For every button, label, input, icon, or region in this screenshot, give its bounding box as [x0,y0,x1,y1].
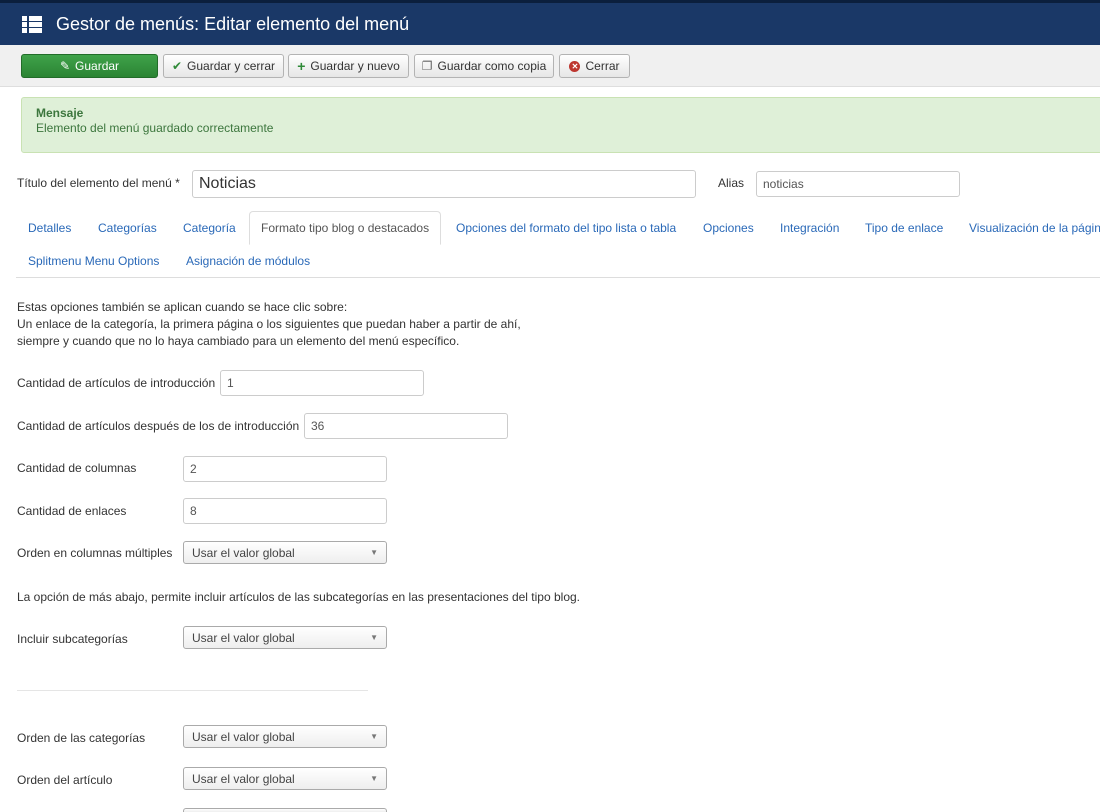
intro-articles-label: Cantidad de artículos de introducción [17,376,216,390]
alias-label: Alias [718,176,745,190]
tab-details[interactable]: Detalles [28,221,71,235]
include-subcats-label: Incluir subcategorías [17,632,128,646]
cancel-icon: ✕ [569,60,581,72]
tab-options[interactable]: Opciones [703,221,754,235]
tab-bar: Detalles Categorías Categoría Formato ti… [16,211,1100,278]
article-order-label: Orden del artículo [17,773,113,787]
chevron-down-icon: ▼ [370,732,378,741]
divider [17,690,368,691]
page-header: Gestor de menús: Editar elemento del men… [0,0,1100,45]
save-copy-button[interactable]: ❐ Guardar como copia [414,54,554,78]
tab-module-assignment[interactable]: Asignación de módulos [186,254,310,268]
tab-integration[interactable]: Integración [780,221,839,235]
tab-list-layout[interactable]: Opciones del formato del tipo lista o ta… [456,221,676,235]
chevron-down-icon: ▼ [370,548,378,557]
alias-input[interactable]: noticias [756,171,960,197]
subcategory-note: La opción de más abajo, permite incluir … [17,590,580,604]
plus-icon: + [297,58,306,74]
tab-blog-layout[interactable]: Formato tipo blog o destacados [249,211,442,245]
intro-text-2: Un enlace de la categoría, la primera pá… [17,317,521,331]
tab-page-display[interactable]: Visualización de la págin [969,221,1100,235]
after-intro-label: Cantidad de artículos después de los de … [17,419,300,433]
tab-splitmenu[interactable]: Splitmenu Menu Options [28,254,159,268]
include-subcats-select[interactable]: Usar el valor global ▼ [183,626,387,649]
links-input[interactable]: 8 [183,498,387,524]
next-select-partial[interactable] [183,808,387,812]
list-icon [22,15,42,33]
intro-text-3: siempre y cuando que no lo haya cambiado… [17,334,460,348]
save-button[interactable]: ✎ Guardar [21,54,158,78]
message-text: Elemento del menú guardado correctamente [36,121,274,135]
title-input[interactable]: Noticias [192,170,696,198]
tab-categories[interactable]: Categorías [98,221,157,235]
toolbar: ✎ Guardar ✔ Guardar y cerrar + Guardar y… [0,45,1100,87]
copy-icon: ❐ [421,59,433,73]
category-order-label: Orden de las categorías [17,731,146,745]
success-message: Mensaje Elemento del menú guardado corre… [21,97,1100,153]
intro-text-1: Estas opciones también se aplican cuando… [17,300,348,314]
page-title: Gestor de menús: Editar elemento del men… [56,13,410,34]
save-new-button[interactable]: + Guardar y nuevo [288,54,409,78]
intro-articles-input[interactable]: 1 [220,370,424,396]
columns-input[interactable]: 2 [183,456,387,482]
article-order-select[interactable]: Usar el valor global ▼ [183,767,387,790]
tab-category[interactable]: Categoría [183,221,236,235]
category-order-select[interactable]: Usar el valor global ▼ [183,725,387,748]
chevron-down-icon: ▼ [370,633,378,642]
tab-link-type[interactable]: Tipo de enlace [865,221,943,235]
message-heading: Mensaje [36,106,84,120]
close-button[interactable]: ✕ Cerrar [559,54,630,78]
edit-icon: ✎ [59,59,71,73]
check-icon: ✔ [171,59,183,73]
chevron-down-icon: ▼ [370,774,378,783]
links-label: Cantidad de enlaces [17,504,127,518]
columns-label: Cantidad de columnas [17,461,137,475]
save-close-button[interactable]: ✔ Guardar y cerrar [163,54,284,78]
after-intro-input[interactable]: 36 [304,413,508,439]
title-label: Título del elemento del menú * [17,176,180,190]
multi-column-order-select[interactable]: Usar el valor global ▼ [183,541,387,564]
multi-column-order-label: Orden en columnas múltiples [17,546,173,560]
